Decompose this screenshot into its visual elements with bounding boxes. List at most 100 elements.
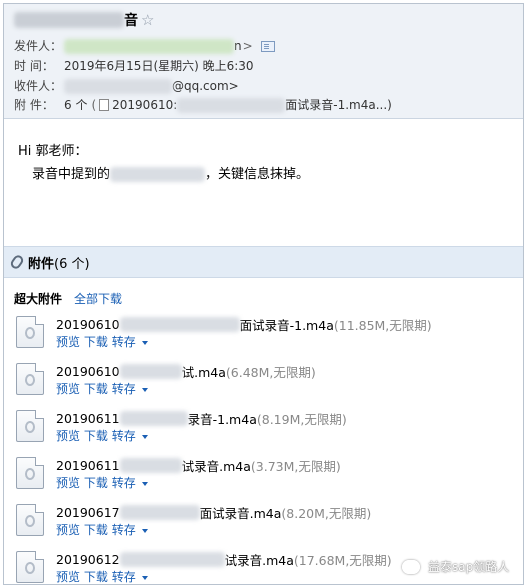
download-link[interactable]: 下载 [84,382,108,396]
attachment-first-prefix[interactable]: 20190610: [112,96,177,114]
audio-file-icon [16,551,44,583]
watermark-text: 益泰sap领路人 [428,560,510,574]
preview-link[interactable]: 预览 [56,570,80,584]
attachment-name[interactable]: 20190610 试.m4a (6.48M,无限期) [56,362,316,381]
audio-file-icon [16,504,44,536]
save-link[interactable]: 转存 [112,523,136,537]
save-link[interactable]: 转存 [112,570,136,584]
attachment-actions: 预览 下载 转存 [56,427,158,444]
file-icon [99,99,110,111]
redacted-recipient [64,78,172,94]
download-link[interactable]: 下载 [84,476,108,490]
attachment-actions: 预览 下载 转存 [56,521,158,538]
download-all-link[interactable]: 全部下载 [74,290,122,307]
download-link[interactable]: 下载 [84,335,108,349]
attachment-name-suffix: 面试录音-1.m4a [239,318,334,333]
attachment-actions: 预览 下载 转存 [56,474,158,491]
body-line-prefix: 录音中提到的 [32,167,111,182]
recipient-tail[interactable]: @qq.com> [172,77,239,95]
attachment-name-prefix: 20190611 [56,458,120,473]
attachment-name[interactable]: 20190611 录音-1.m4a (8.19M,无限期) [56,409,347,428]
body-line-suffix: ，关键信息抹掉。 [205,167,310,182]
attachment-item: 20190611 录音-1.m4a (8.19M,无限期) 预览 下载 转存 [4,402,523,449]
save-link[interactable]: 转存 [112,382,136,396]
attachment-list: 20190610 面试录音-1.m4a (11.85M,无限期) 预览 下载 转… [4,308,523,584]
save-link[interactable]: 转存 [112,476,136,490]
attachment-name-prefix: 20190611 [56,411,120,426]
to-row: 收件人： @qq.com> [14,77,239,95]
redacted-name [119,505,200,520]
redacted-subject [14,12,124,28]
attachment-name[interactable]: 20190610 面试录音-1.m4a (11.85M,无限期) [56,315,432,334]
save-link[interactable]: 转存 [112,429,136,443]
attachment-actions: 预览 下载 转存 [56,333,158,350]
greeting: Hi 郭老师： [18,144,88,159]
attachment-paren: ( [91,98,97,112]
attachment-actions: 预览 下载 转存 [56,568,158,584]
star-icon[interactable]: ☆ [141,11,154,29]
from-label: 发件人： [14,39,63,53]
attachment-name[interactable]: 20190612 试录音.m4a (17.68M,无限期) [56,550,392,569]
email-subject: 音 ☆ [14,10,154,30]
chevron-down-icon[interactable] [141,528,148,533]
attachment-name-suffix: 试录音.m4a [224,553,294,568]
preview-link[interactable]: 预览 [56,523,80,537]
attachment-item: 20190617 面试录音.m4a (8.20M,无限期) 预览 下载 转存 [4,496,523,543]
body-line: 录音中提到的 ，关键信息抹掉。 [18,163,309,186]
attachment-name[interactable]: 20190617 面试录音.m4a (8.20M,无限期) [56,503,371,522]
email-header: 音 ☆ 发件人： n > 时 间： 2019年6月15日(星期六) 晚上6:30… [4,4,523,119]
attachment-name-suffix: 试.m4a [181,365,226,380]
preview-link[interactable]: 预览 [56,476,80,490]
chevron-down-icon[interactable] [141,481,148,486]
time-value: 2019年6月15日(星期六) 晚上6:30 [64,59,254,73]
attachment-meta: (8.19M,无限期) [256,412,347,427]
chevron-down-icon[interactable] [141,387,148,392]
attachment-meta: (6.48M,无限期) [225,365,316,380]
attachment-name-prefix: 20190610 [56,317,120,332]
attachment-count: 6 个 [64,98,88,112]
attachment-more[interactable]: ...) [376,96,392,114]
time-label: 时 间： [14,59,54,73]
redacted-name [119,552,225,567]
preview-link[interactable]: 预览 [56,382,80,396]
attachments-bar: 附件 (6 个) [4,246,523,278]
attachment-name[interactable]: 20190611 试录音.m4a (3.73M,无限期) [56,456,341,475]
email-body: Hi 郭老师： 录音中提到的 ，关键信息抹掉。 [18,140,309,186]
contact-card-icon[interactable] [260,40,275,52]
attachment-first-suffix[interactable]: 面试录音-1.m4a [285,96,375,114]
subject-text: 音 [124,13,138,29]
attachment-item: 20190610 试.m4a (6.48M,无限期) 预览 下载 转存 [4,355,523,402]
attachment-meta: (17.68M,无限期) [293,553,392,568]
attachment-name-prefix: 20190610 [56,364,120,379]
download-link[interactable]: 下载 [84,523,108,537]
download-link[interactable]: 下载 [84,429,108,443]
attachment-label: 附 件： [14,98,54,112]
time-row: 时 间： 2019年6月15日(星期六) 晚上6:30 [14,57,254,75]
redacted-body [110,167,206,182]
from-row: 发件人： n > [14,37,275,55]
chevron-down-icon[interactable] [141,340,148,345]
redacted-attachment [177,97,286,113]
save-link[interactable]: 转存 [112,335,136,349]
chevron-down-icon[interactable] [141,434,148,439]
preview-link[interactable]: 预览 [56,335,80,349]
attachment-item: 20190610 面试录音-1.m4a (11.85M,无限期) 预览 下载 转… [4,308,523,355]
attachment-name-prefix: 20190612 [56,552,120,567]
download-link[interactable]: 下载 [84,570,108,584]
audio-file-icon [16,316,44,348]
redacted-name [119,458,182,473]
to-label: 收件人： [14,79,63,93]
sender-tail[interactable]: n [234,37,242,55]
attachment-row: 附 件： 6 个 ( 20190610: 面试录音-1.m4a ...) [14,96,392,114]
wechat-icon [402,559,420,574]
big-attachments-header: 超大附件 全部下载 [14,290,122,307]
attachment-actions: 预览 下载 转存 [56,380,158,397]
preview-link[interactable]: 预览 [56,429,80,443]
attachments-count: (6 个) [54,256,90,272]
chevron-down-icon[interactable] [141,575,148,580]
attachment-name-suffix: 试录音.m4a [181,459,251,474]
attachment-meta: (3.73M,无限期) [250,459,341,474]
audio-file-icon [16,363,44,395]
paperclip-icon [8,253,26,271]
big-attachments-title: 超大附件 [14,292,63,306]
